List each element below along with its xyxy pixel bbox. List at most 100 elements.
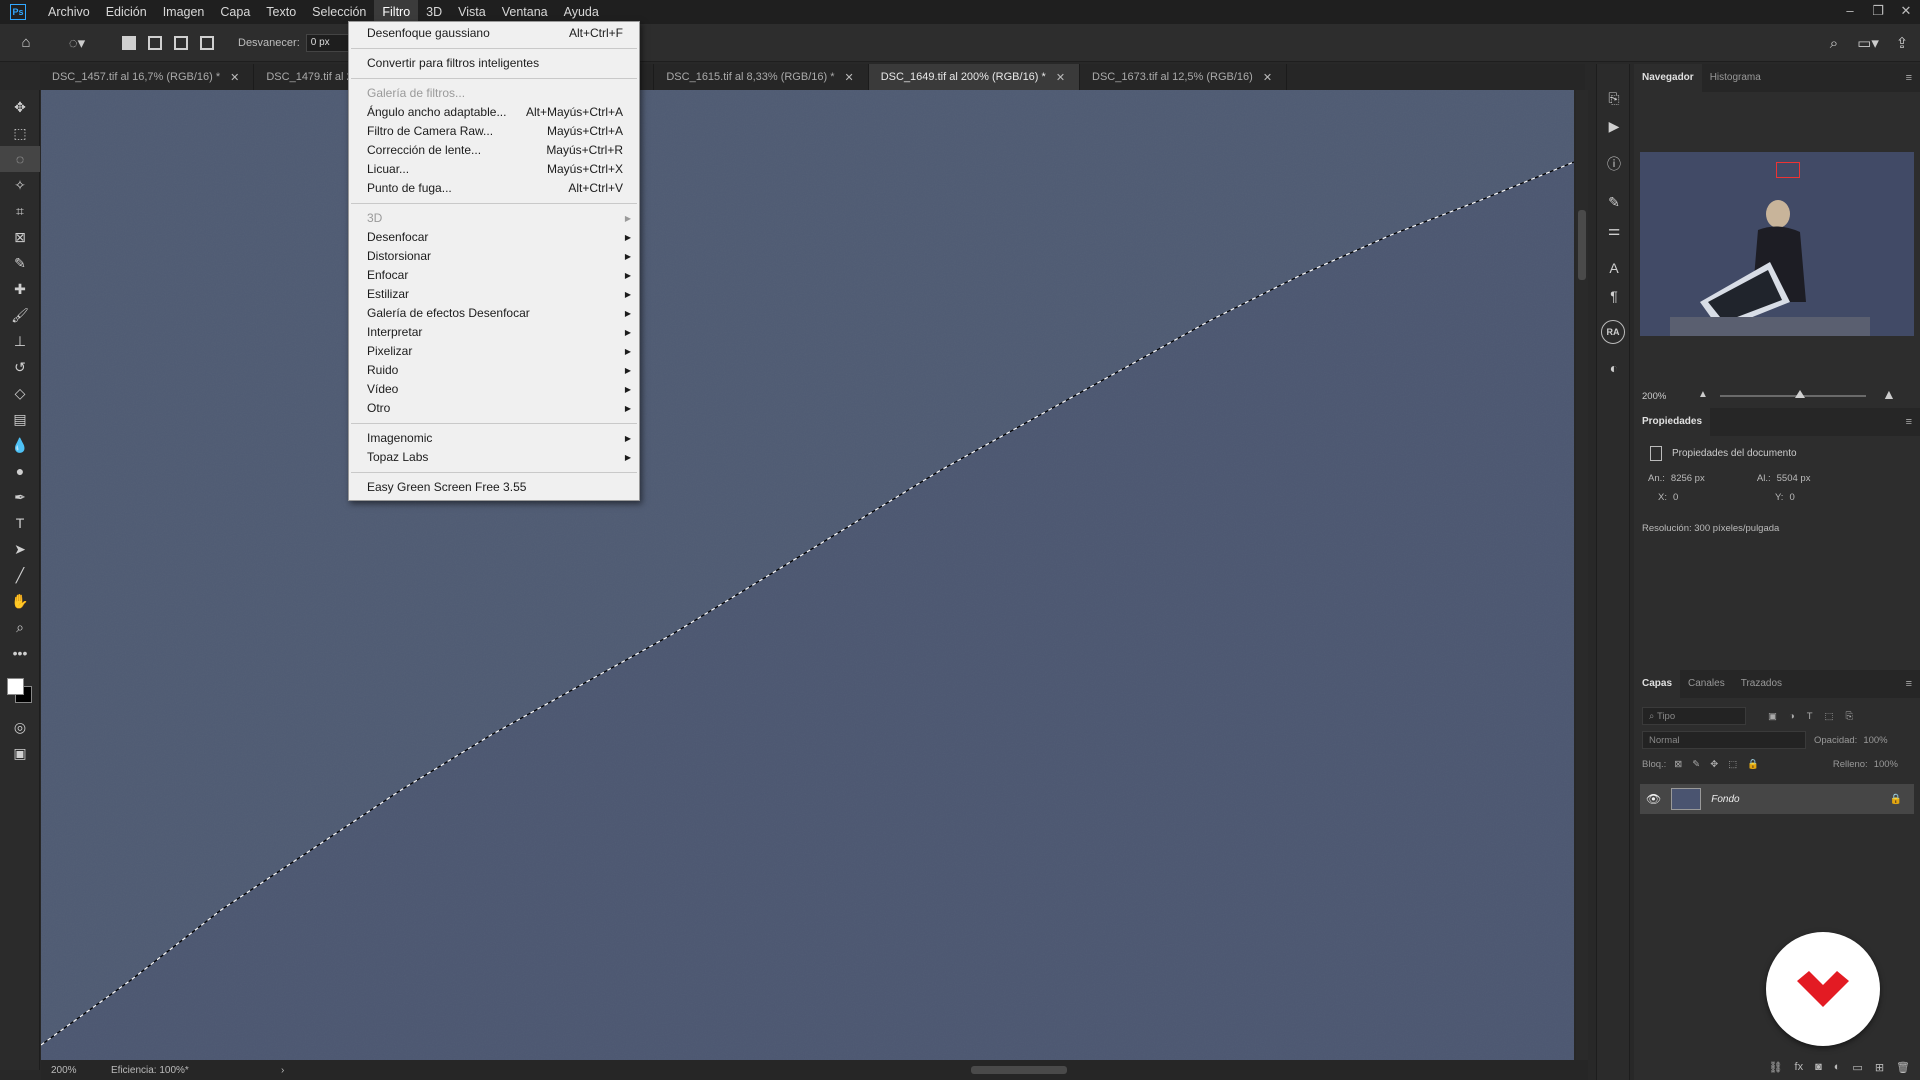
filter-shape-icon[interactable]: ⬚ xyxy=(1825,711,1834,722)
close-tab-icon[interactable]: ✕ xyxy=(230,71,239,84)
document-canvas[interactable] xyxy=(41,90,1574,1060)
lock-artboard-icon[interactable]: ⬚ xyxy=(1728,759,1737,770)
healing-brush-tool-icon[interactable]: ✚ xyxy=(0,276,40,302)
navigator-zoom-value[interactable]: 200% xyxy=(1642,391,1666,402)
filter-menu-item[interactable]: Desenfocar ▶ xyxy=(349,228,639,247)
filter-adjust-icon[interactable]: ◑ xyxy=(1789,711,1795,722)
tab-dsc-1649[interactable]: DSC_1649.tif al 200% (RGB/16) * ✕ xyxy=(868,64,1081,90)
filter-menu-item[interactable]: Desenfoque gaussiano Alt+Ctrl+F xyxy=(349,24,639,43)
filter-pixel-icon[interactable]: ▣ xyxy=(1768,711,1777,722)
menu-capa[interactable]: Capa xyxy=(212,0,258,24)
filter-menu-item[interactable]: 3D ▶ xyxy=(349,209,639,228)
fx-icon[interactable]: fx xyxy=(1795,1061,1804,1073)
filter-menu-item[interactable]: Galería de filtros... xyxy=(349,84,639,103)
filter-smart-icon[interactable]: ⎘ xyxy=(1846,711,1854,722)
adjustment-layer-icon[interactable]: ◐ xyxy=(1834,1061,1841,1073)
zoom-tool-icon[interactable]: ⌕ xyxy=(0,614,40,640)
filter-menu-item[interactable]: Estilizar ▶ xyxy=(349,285,639,304)
menu-archivo[interactable]: Archivo xyxy=(40,0,98,24)
lock-transparent-icon[interactable]: ⊠ xyxy=(1674,759,1682,770)
filter-menu-item[interactable]: Filtro de Camera Raw... Mayús+Ctrl+A xyxy=(349,122,639,141)
filter-menu-item[interactable]: Galería de efectos Desenfocar ▶ xyxy=(349,304,639,323)
navigator-zoom-slider[interactable] xyxy=(1720,390,1866,398)
character-panel-icon[interactable]: A xyxy=(1597,254,1631,282)
tab-dsc-1615[interactable]: DSC_1615.tif al 8,33% (RGB/16) * ✕ xyxy=(654,64,869,90)
eye-icon[interactable]: 👁 xyxy=(1646,792,1661,806)
filter-menu-item[interactable]: Vídeo ▶ xyxy=(349,380,639,399)
clone-stamp-tool-icon[interactable]: ⊥ xyxy=(0,328,40,354)
blur-tool-icon[interactable]: 💧 xyxy=(0,432,40,458)
lock-position-icon[interactable]: ✥ xyxy=(1710,759,1718,770)
horizontal-scrollbar-thumb[interactable] xyxy=(971,1066,1067,1074)
search-icon[interactable]: ⌕ xyxy=(1822,31,1846,55)
horizontal-scrollbar[interactable] xyxy=(331,1066,1581,1074)
height-value[interactable]: 5504 px xyxy=(1777,473,1811,484)
hand-tool-icon[interactable]: ✋ xyxy=(0,588,40,614)
filter-menu-item[interactable]: Licuar... Mayús+Ctrl+X xyxy=(349,160,639,179)
foreground-color-swatch[interactable] xyxy=(7,678,24,695)
panel-menu-icon[interactable]: ≡ xyxy=(1906,416,1912,428)
info-panel-icon[interactable]: ⓘ xyxy=(1597,150,1631,178)
pen-tool-icon[interactable]: ✒ xyxy=(0,484,40,510)
retouch-plugin-icon[interactable]: RA xyxy=(1601,320,1625,344)
filter-menu-item[interactable]: Ruido ▶ xyxy=(349,361,639,380)
filter-menu-item[interactable]: Topaz Labs ▶ xyxy=(349,448,639,467)
zoom-in-icon[interactable]: ▲ xyxy=(1882,386,1896,402)
lock-image-icon[interactable]: ✎ xyxy=(1692,759,1700,770)
lasso-tool-preset-icon[interactable]: ◌▾ xyxy=(60,31,94,55)
new-selection-icon[interactable] xyxy=(122,35,136,50)
filter-menu-item[interactable]: Distorsionar ▶ xyxy=(349,247,639,266)
magic-wand-tool-icon[interactable]: ✧ xyxy=(0,172,40,198)
layer-lock-icon[interactable]: 🔒 xyxy=(1890,794,1902,805)
tab-histograma[interactable]: Histograma xyxy=(1702,64,1769,92)
blend-mode-select[interactable]: Normal xyxy=(1642,731,1806,749)
minimize-icon[interactable]: – xyxy=(1836,0,1864,24)
quick-mask-icon[interactable]: ◎ xyxy=(0,714,40,740)
filter-menu-item[interactable]: Punto de fuga... Alt+Ctrl+V xyxy=(349,179,639,198)
width-value[interactable]: 8256 px xyxy=(1671,473,1751,484)
filter-menu-item[interactable]: Pixelizar ▶ xyxy=(349,342,639,361)
add-mask-icon[interactable]: ◙ xyxy=(1815,1061,1822,1073)
tab-propiedades[interactable]: Propiedades xyxy=(1634,408,1711,436)
color-wheel-icon[interactable]: ◐ xyxy=(1597,354,1631,382)
vertical-scrollbar[interactable] xyxy=(1576,90,1588,1060)
brush-settings-icon[interactable]: ✎ xyxy=(1597,188,1631,216)
frame-tool-icon[interactable]: ⊠ xyxy=(0,224,40,250)
screen-mode-icon[interactable]: ▣ xyxy=(0,740,40,766)
zoom-out-icon[interactable]: ▲ xyxy=(1698,389,1708,400)
new-group-icon[interactable]: ▭ xyxy=(1852,1061,1862,1074)
path-selection-tool-icon[interactable]: ➤ xyxy=(0,536,40,562)
line-tool-icon[interactable]: ╱ xyxy=(0,562,40,588)
layer-filter-select[interactable]: ⌕ Tipo xyxy=(1642,707,1746,725)
eyedropper-tool-icon[interactable]: ✎ xyxy=(0,250,40,276)
filter-menu-item[interactable]: Easy Green Screen Free 3.55 xyxy=(349,478,639,497)
lasso-tool-icon[interactable]: ◌ xyxy=(0,146,40,172)
adjustments-icon[interactable]: ⚌ xyxy=(1597,216,1631,244)
layer-row-fondo[interactable]: 👁 Fondo 🔒 xyxy=(1640,784,1914,814)
tab-dsc-1457[interactable]: DSC_1457.tif al 16,7% (RGB/16) * ✕ xyxy=(40,64,255,90)
menu-edicion[interactable]: Edición xyxy=(98,0,155,24)
filter-menu-item[interactable]: Otro ▶ xyxy=(349,399,639,418)
home-icon[interactable]: ⌂ xyxy=(14,31,38,55)
lock-all-icon[interactable]: 🔒 xyxy=(1747,759,1759,770)
gradient-tool-icon[interactable]: ▤ xyxy=(0,406,40,432)
brush-tool-icon[interactable]: 🖌 xyxy=(0,302,40,328)
tab-navegador[interactable]: Navegador xyxy=(1634,64,1702,92)
restore-icon[interactable]: ❐ xyxy=(1864,0,1892,24)
move-tool-icon[interactable]: ✥ xyxy=(0,94,40,120)
eraser-tool-icon[interactable]: ◇ xyxy=(0,380,40,406)
paragraph-panel-icon[interactable]: ¶ xyxy=(1597,282,1631,310)
trash-icon[interactable]: 🗑 xyxy=(1896,1061,1910,1074)
navigator-zoom-knob[interactable] xyxy=(1795,390,1806,398)
tab-dsc-1673[interactable]: DSC_1673.tif al 12,5% (RGB/16) ✕ xyxy=(1080,64,1288,90)
filter-menu-item[interactable]: Convertir para filtros inteligentes xyxy=(349,54,639,73)
menu-texto[interactable]: Texto xyxy=(258,0,304,24)
vertical-scrollbar-thumb[interactable] xyxy=(1578,210,1586,280)
filter-menu-item[interactable]: Ángulo ancho adaptable... Alt+Mayús+Ctrl+… xyxy=(349,103,639,122)
filter-menu-item[interactable]: Imagenomic ▶ xyxy=(349,429,639,448)
dodge-tool-icon[interactable]: ● xyxy=(0,458,40,484)
link-layers-icon[interactable]: ⛓ xyxy=(1769,1061,1783,1074)
navigator-preview[interactable] xyxy=(1640,152,1914,336)
crop-tool-icon[interactable]: ⌗ xyxy=(0,198,40,224)
tab-capas[interactable]: Capas xyxy=(1634,670,1681,698)
